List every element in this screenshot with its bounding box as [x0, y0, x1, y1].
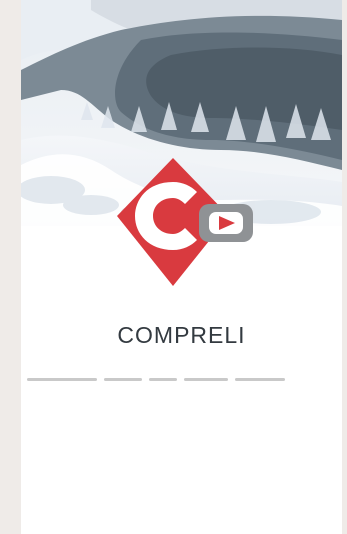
left-margin [0, 0, 21, 534]
app-title: COMPRELI [117, 322, 246, 348]
tagline [27, 376, 339, 384]
right-margin [342, 0, 347, 534]
splash-card: COMPRELI [21, 0, 342, 534]
compreli-logo-icon [117, 158, 253, 290]
